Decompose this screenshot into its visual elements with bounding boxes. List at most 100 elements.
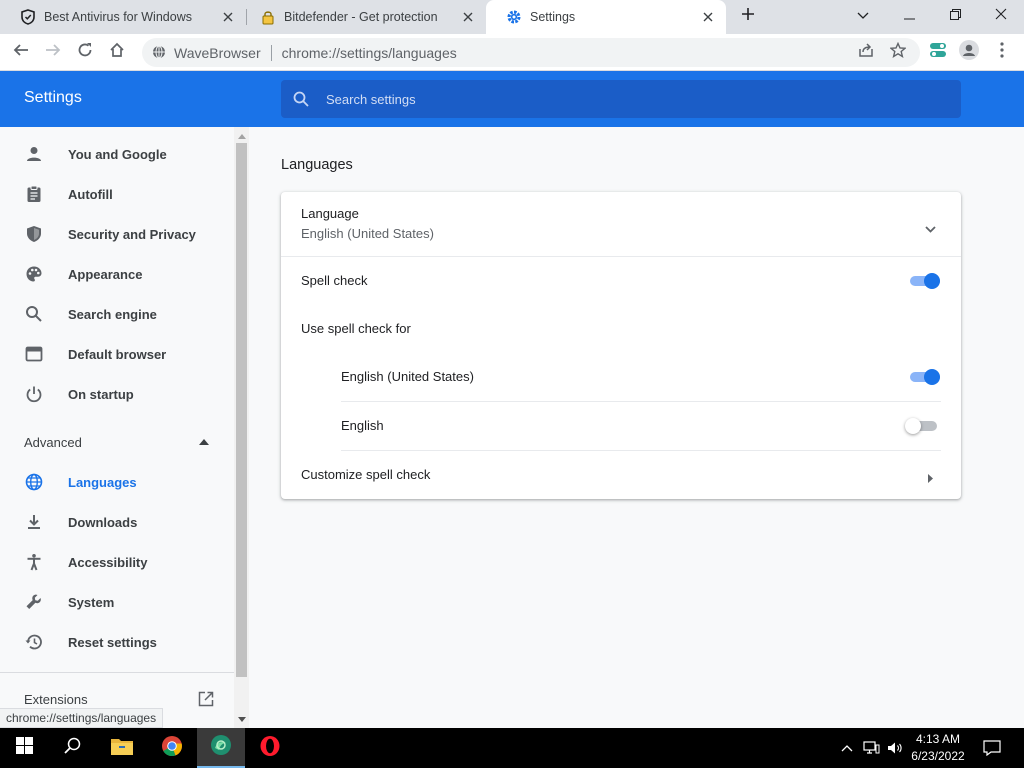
chevron-down-icon[interactable] (925, 220, 936, 238)
windows-logo-icon (15, 737, 33, 759)
sidebar: You and Google Autofill Security and Pri… (0, 127, 234, 728)
tab-bitdefender[interactable]: Bitdefender - Get protection (240, 0, 486, 34)
sidebar-item-reset-settings[interactable]: Reset settings (0, 624, 234, 660)
start-button[interactable] (0, 728, 48, 768)
sidebar-item-label: You and Google (68, 146, 167, 162)
browser-icon (24, 344, 44, 364)
toggle-knob (924, 273, 940, 289)
search-box[interactable] (281, 80, 961, 118)
menu-button[interactable] (987, 37, 1017, 67)
sidebar-item-default-browser[interactable]: Default browser (0, 336, 234, 372)
network-icon[interactable] (862, 740, 880, 756)
sidebar-item-label: Default browser (68, 346, 167, 362)
caret-right-icon (928, 470, 933, 488)
tab-search-button[interactable] (840, 0, 886, 32)
sidebar-item-label: Reset settings (68, 634, 157, 650)
languages-card: Language English (United States) Spell c… (281, 192, 961, 499)
sidebar-item-downloads[interactable]: Downloads (0, 504, 234, 540)
tab-strip: Best Antivirus for Windows Bitdefender -… (0, 0, 1024, 34)
close-icon[interactable] (700, 9, 716, 25)
window-close-button[interactable] (978, 0, 1024, 32)
sidebar-item-security-privacy[interactable]: Security and Privacy (0, 216, 234, 252)
url-text[interactable]: chrome://settings/languages (282, 45, 457, 61)
tray-chevron-up-icon[interactable] (838, 740, 856, 756)
chrome-icon (161, 735, 183, 762)
restore-button[interactable] (932, 0, 978, 32)
sidebar-item-on-startup[interactable]: On startup (0, 376, 234, 412)
wavebrowser-icon (210, 734, 232, 761)
reload-icon (77, 42, 93, 63)
close-icon[interactable] (220, 9, 236, 25)
search-input[interactable] (326, 91, 926, 107)
globe-icon (24, 472, 44, 492)
taskbar-clock[interactable]: 4:13 AM 6/23/2022 (904, 731, 972, 765)
taskbar-search-button[interactable] (48, 728, 96, 768)
power-icon (24, 384, 44, 404)
taskbar-wavebrowser[interactable] (197, 728, 245, 768)
reload-button[interactable] (70, 37, 100, 67)
scroll-up-arrow-icon[interactable] (234, 129, 249, 143)
spell-language-toggle-en-us[interactable] (908, 367, 942, 387)
site-info-icon[interactable] (152, 45, 166, 62)
tab-best-antivirus[interactable]: Best Antivirus for Windows (0, 0, 246, 34)
sidebar-item-languages[interactable]: Languages (0, 464, 234, 500)
browser-toolbar: WaveBrowser chrome://settings/languages (0, 34, 1024, 71)
sidebar-item-label: Autofill (68, 186, 113, 202)
chevron-down-icon (857, 7, 869, 25)
extension-button[interactable] (923, 37, 953, 67)
advanced-label: Advanced (24, 434, 82, 450)
sidebar-item-system[interactable]: System (0, 584, 234, 620)
sidebar-item-autofill[interactable]: Autofill (0, 176, 234, 212)
notification-icon[interactable] (982, 740, 1002, 756)
sidebar-item-search-engine[interactable]: Search engine (0, 296, 234, 332)
close-icon[interactable] (460, 9, 476, 25)
clipboard-icon (24, 184, 44, 204)
clock-time: 4:13 AM (915, 732, 961, 746)
taskbar-file-explorer[interactable] (98, 728, 146, 768)
arrow-left-icon (13, 42, 29, 63)
minimize-button[interactable] (886, 0, 932, 32)
scrollbar-thumb[interactable] (236, 143, 247, 677)
taskbar-chrome[interactable] (148, 728, 196, 768)
history-icon (24, 632, 44, 652)
bookmark-button[interactable] (883, 37, 913, 67)
extension-toggle-icon (929, 42, 947, 63)
volume-icon[interactable] (886, 740, 904, 756)
taskbar-opera[interactable] (246, 728, 294, 768)
sidebar-item-you-and-google[interactable]: You and Google (0, 136, 234, 172)
person-icon (24, 144, 44, 164)
home-button[interactable] (102, 37, 132, 67)
caret-up-icon (194, 439, 214, 445)
address-bar[interactable]: WaveBrowser chrome://settings/languages (142, 38, 920, 67)
language-row[interactable]: Language English (United States) (281, 192, 961, 256)
opera-icon (259, 735, 281, 762)
windows-taskbar: 4:13 AM 6/23/2022 (0, 728, 1024, 768)
back-button[interactable] (6, 37, 36, 67)
profile-button[interactable] (954, 37, 984, 67)
sidebar-scrollbar[interactable] (234, 127, 249, 728)
spell-language-toggle-en[interactable] (905, 416, 939, 436)
tab-settings[interactable]: Settings (486, 0, 726, 34)
spell-check-toggle[interactable] (908, 271, 942, 291)
forward-button[interactable] (38, 37, 68, 67)
shield-favicon-icon (20, 9, 36, 25)
sidebar-item-label: Accessibility (68, 554, 148, 570)
tab-title: Bitdefender - Get protection (284, 10, 438, 24)
language-value: English (United States) (301, 226, 434, 241)
search-icon (293, 90, 311, 108)
section-title: Languages (281, 157, 353, 173)
customize-spell-check-label: Customize spell check (301, 466, 431, 482)
close-icon (995, 7, 1007, 25)
toggle-knob (924, 369, 940, 385)
advanced-toggle[interactable]: Advanced (0, 424, 234, 460)
new-tab-button[interactable] (725, 0, 771, 32)
folder-icon (110, 736, 134, 761)
sidebar-item-label: On startup (68, 386, 134, 402)
scroll-down-arrow-icon[interactable] (234, 712, 249, 726)
sidebar-item-accessibility[interactable]: Accessibility (0, 544, 234, 580)
tab-title: Settings (530, 10, 576, 24)
share-button[interactable] (851, 37, 881, 67)
sidebar-item-appearance[interactable]: Appearance (0, 256, 234, 292)
customize-spell-check-row[interactable]: Customize spell check (281, 452, 961, 496)
star-icon (889, 41, 907, 63)
